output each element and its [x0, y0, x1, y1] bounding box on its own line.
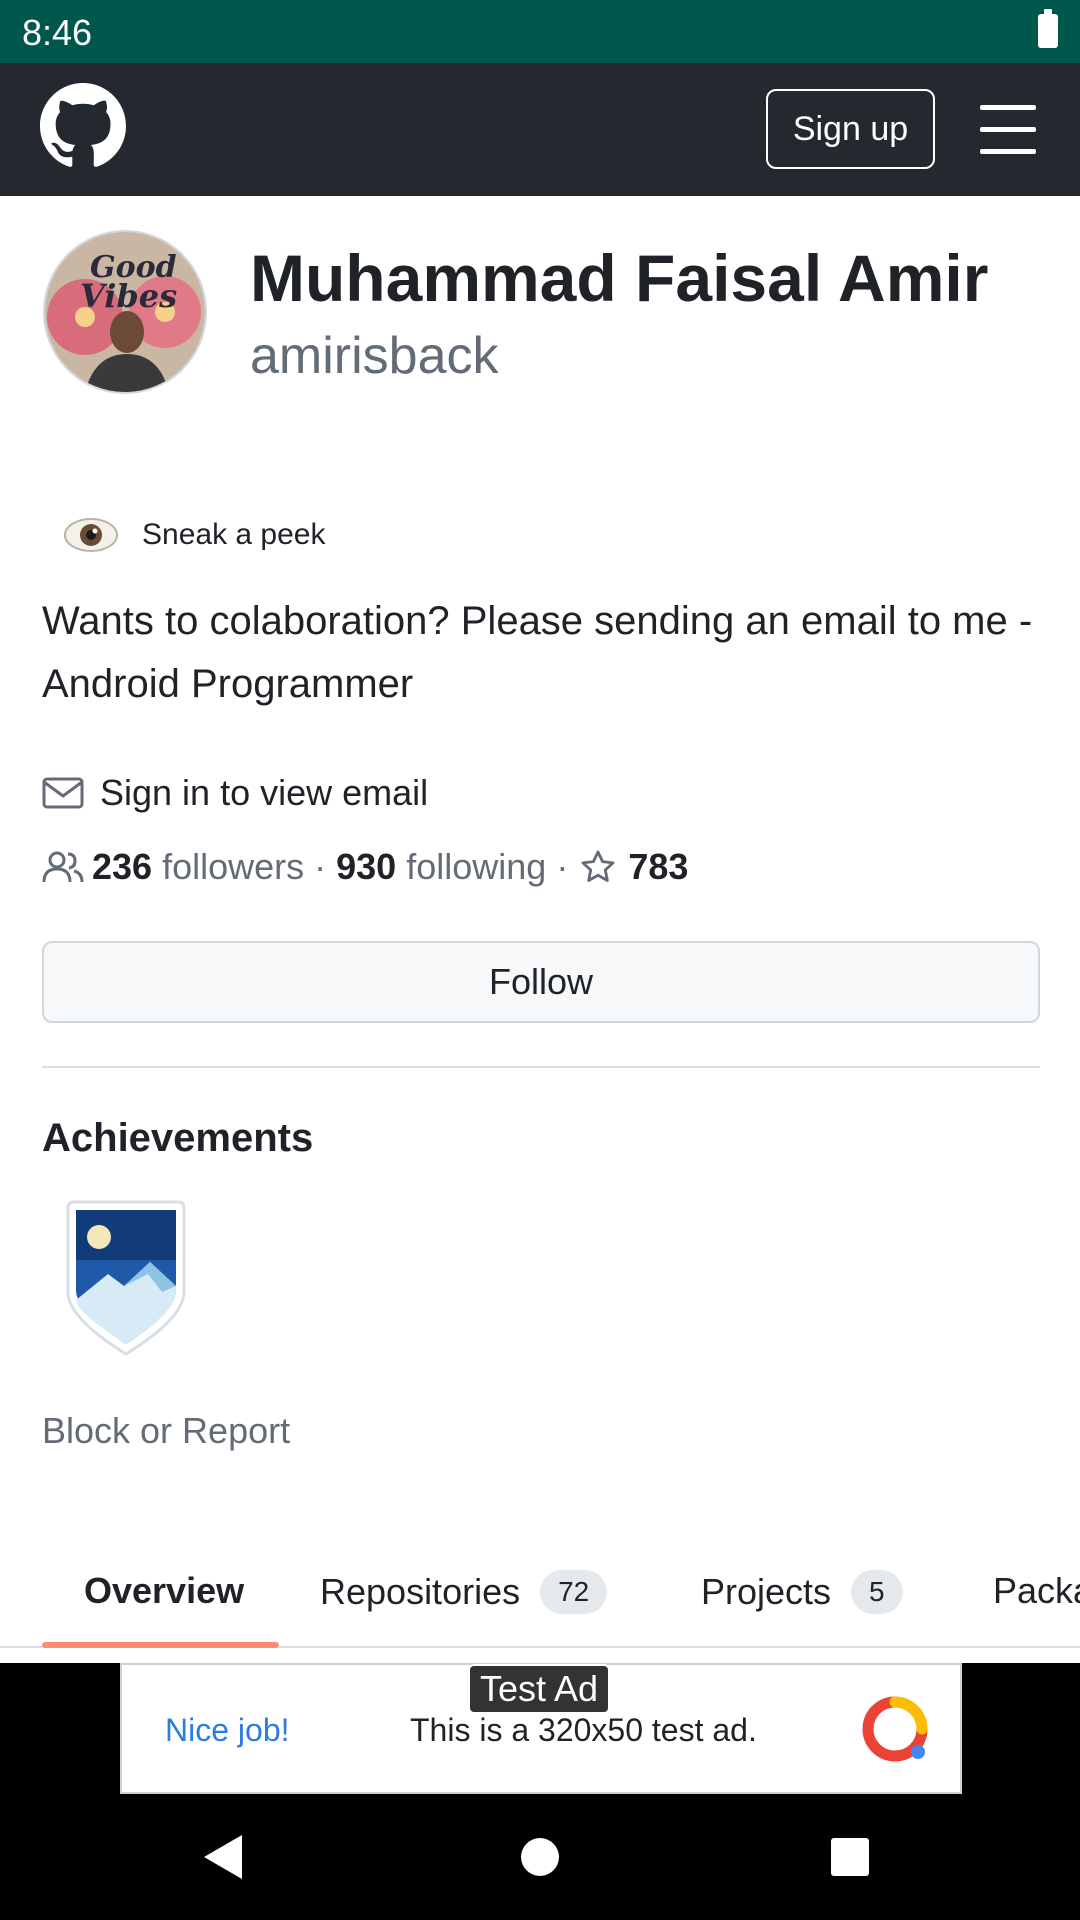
repositories-count-badge: 72 [540, 1570, 608, 1614]
svg-text:Vibes: Vibes [80, 277, 177, 315]
status-time: 8:46 [22, 12, 93, 53]
following-count[interactable]: 930 [336, 846, 396, 888]
email-row[interactable]: Sign in to view email [42, 772, 428, 814]
avatar[interactable]: Good Vibes [43, 230, 207, 394]
followers-count[interactable]: 236 [92, 846, 152, 888]
ad-text[interactable]: This is a 320x50 test ad. [410, 1712, 757, 1749]
active-tab-indicator [42, 1642, 279, 1648]
following-label[interactable]: following [406, 846, 546, 888]
sign-in-to-view-email-link[interactable]: Sign in to view email [100, 772, 428, 814]
star-icon [581, 850, 615, 882]
profile-name: Muhammad Faisal Amir [250, 241, 989, 315]
profile-username: amirisback [250, 327, 499, 385]
home-icon[interactable] [521, 1838, 559, 1876]
status-bar: 8:46 [0, 0, 1080, 63]
follow-button[interactable]: Follow [42, 941, 1040, 1023]
sneak-a-peek-label: Sneak a peek [142, 518, 326, 551]
mail-icon [42, 777, 84, 809]
eye-icon [64, 518, 118, 552]
tab-projects[interactable]: Projects 5 [701, 1570, 903, 1614]
separator: · [556, 846, 569, 887]
projects-count-badge: 5 [851, 1570, 903, 1614]
navigation-bar [0, 1803, 1080, 1920]
achievement-badge-icon[interactable] [58, 1200, 194, 1356]
github-header: Sign up [0, 63, 1080, 196]
tab-label: Projects [701, 1571, 832, 1612]
tab-repositories[interactable]: Repositories 72 [320, 1570, 608, 1614]
battery-icon [1038, 9, 1058, 48]
tab-packages[interactable]: Packa [993, 1570, 1080, 1612]
followers-row: 236 followers · 930 following · 783 [42, 846, 688, 888]
divider [42, 1066, 1040, 1068]
achievements-title: Achievements [42, 1116, 314, 1160]
ad-nice-job[interactable]: Nice job! [165, 1712, 290, 1749]
separator: · [314, 846, 327, 887]
profile-tabs: Overview Repositories 72 Projects 5 Pack… [0, 1550, 1080, 1648]
block-or-report-link[interactable]: Block or Report [42, 1410, 290, 1452]
ad-logo-icon[interactable] [862, 1696, 928, 1762]
recents-icon[interactable] [831, 1838, 869, 1876]
stars-count[interactable]: 783 [628, 846, 688, 888]
hamburger-menu-icon[interactable] [980, 105, 1036, 154]
sneak-a-peek[interactable]: Sneak a peek [64, 515, 325, 555]
github-logo-icon[interactable] [40, 83, 126, 169]
tab-label: Packa [993, 1570, 1080, 1611]
tab-label: Repositories [320, 1571, 521, 1612]
test-ad-label: Test Ad [468, 1664, 610, 1714]
profile-bio: Wants to colaboration? Please sending an… [42, 599, 1033, 706]
people-icon [42, 851, 84, 883]
sign-up-button[interactable]: Sign up [766, 89, 935, 169]
followers-label[interactable]: followers [162, 846, 304, 888]
tab-label: Overview [84, 1570, 245, 1611]
tab-overview[interactable]: Overview [84, 1570, 244, 1612]
back-icon[interactable] [204, 1835, 242, 1879]
